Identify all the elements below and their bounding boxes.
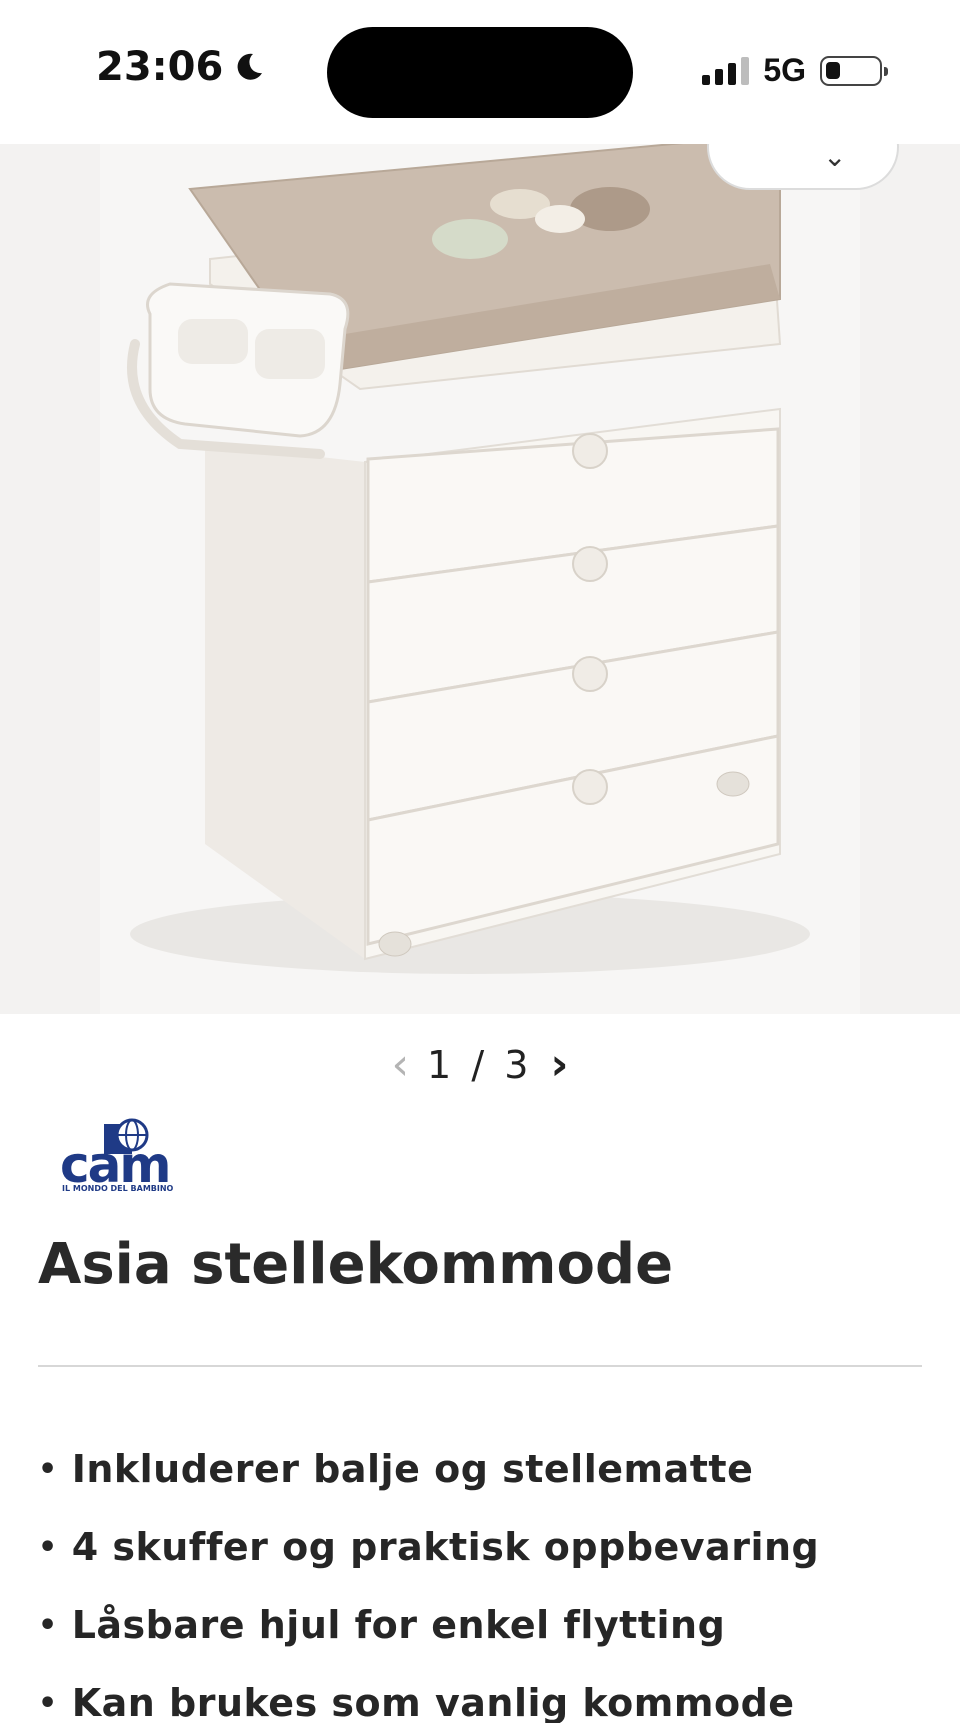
list-item: • Låsbare hjul for enkel flytting <box>38 1603 726 1647</box>
pager-count: 1 / 3 <box>427 1043 532 1087</box>
brand-tagline: IL MONDO DEL BAMBINO <box>62 1184 174 1193</box>
time-label: 23:06 <box>96 44 224 90</box>
list-item: • Kan brukes som vanlig kommode <box>38 1681 795 1723</box>
pager-separator: / <box>471 1043 489 1087</box>
chevron-down-icon: ⌄ <box>823 144 847 173</box>
feature-text: Inkluderer balje og stellematte <box>71 1447 754 1491</box>
status-bar: 23:06 5G <box>0 0 960 144</box>
floating-selector-pill[interactable]: ⌄ <box>707 144 899 190</box>
product-title: Asia stellekommode <box>38 1232 674 1297</box>
pager-total: 3 <box>504 1043 533 1087</box>
chevron-right-icon[interactable]: › <box>550 1043 568 1087</box>
battery-icon <box>820 55 888 86</box>
chevron-left-icon[interactable]: ‹ <box>391 1043 409 1087</box>
dynamic-island <box>327 27 633 118</box>
divider <box>38 1365 922 1367</box>
feature-text: Låsbare hjul for enkel flytting <box>71 1603 726 1647</box>
network-type: 5G <box>763 52 806 88</box>
brand-logo[interactable]: cam IL MONDO DEL BAMBINO <box>60 1118 180 1196</box>
product-image <box>127 144 810 974</box>
moon-icon <box>237 53 263 80</box>
status-time: 23:06 <box>96 44 265 90</box>
pager-current: 1 <box>427 1043 456 1087</box>
feature-text: Kan brukes som vanlig kommode <box>71 1681 795 1723</box>
list-item: • Inkluderer balje og stellematte <box>38 1447 754 1491</box>
image-pager: ‹ 1 / 3 › <box>0 1030 960 1100</box>
product-image-gallery[interactable]: ⌄ <box>0 144 960 1014</box>
cellular-signal-icon <box>702 56 750 85</box>
feature-list: • Inkluderer balje og stellematte • 4 skuf… <box>38 1430 819 1723</box>
feature-text: 4 skuffer og praktisk oppbevaring <box>71 1525 820 1569</box>
status-indicators: 5G <box>702 52 888 89</box>
list-item: • 4 skuffer og praktisk oppbevaring <box>38 1525 820 1569</box>
